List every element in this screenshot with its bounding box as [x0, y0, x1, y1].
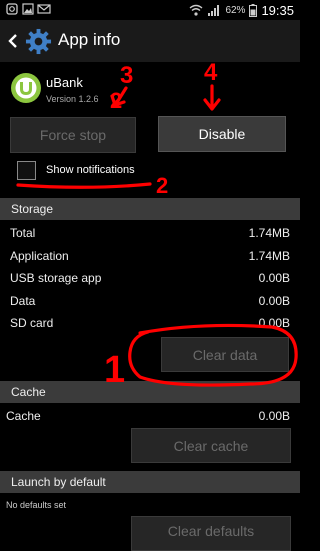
show-notifications-label: Show notifications	[46, 164, 135, 176]
annotation-underline	[16, 182, 152, 189]
row-label: SD card	[10, 316, 54, 330]
app-version: Version 1.2.6	[46, 94, 99, 104]
storage-row: Data 0.00B	[0, 291, 300, 311]
row-value: 0.00B	[258, 316, 290, 330]
email-icon	[37, 4, 51, 14]
gallery-icon	[22, 3, 34, 15]
battery-percent: 62%	[225, 4, 246, 16]
row-value: 0.00B	[258, 271, 290, 285]
annotation-number-2b: 2	[156, 173, 168, 198]
force-stop-button[interactable]: Force stop	[10, 117, 136, 153]
storage-header: Storage	[0, 198, 300, 220]
launch-default-header: Launch by default	[0, 471, 300, 493]
row-label: USB storage app	[10, 271, 102, 285]
signal-icon	[208, 5, 220, 16]
instagram-icon	[6, 3, 18, 15]
show-notifications-checkbox[interactable]	[17, 161, 36, 180]
row-value: 0.00B	[258, 409, 290, 423]
status-bar: 62% 19:35	[0, 0, 300, 20]
row-label: Data	[10, 294, 36, 308]
page-title: App info	[58, 30, 121, 49]
clock: 19:35	[261, 2, 294, 18]
no-defaults-text: No defaults set	[6, 500, 67, 510]
storage-row: Total 1.74MB	[0, 223, 300, 243]
row-label: Cache	[6, 409, 41, 423]
settings-gear-icon	[25, 28, 52, 55]
clear-defaults-button[interactable]: Clear defaults	[131, 516, 291, 551]
row-label: Total	[10, 226, 36, 240]
storage-row: USB storage app 0.00B	[0, 268, 300, 288]
clear-data-button[interactable]: Clear data	[161, 337, 289, 372]
chevron-left-icon[interactable]	[6, 32, 20, 50]
row-label: Application	[10, 249, 69, 263]
row-value: 1.74MB	[248, 226, 290, 240]
row-value: 1.74MB	[248, 249, 290, 263]
app-name: uBank	[46, 75, 83, 90]
battery-icon	[249, 3, 258, 17]
cache-header: Cache	[0, 381, 300, 403]
ubank-icon	[11, 73, 41, 103]
storage-row: Application 1.74MB	[0, 246, 300, 266]
clear-cache-button[interactable]: Clear cache	[131, 428, 291, 463]
disable-button[interactable]: Disable	[158, 116, 286, 152]
wifi-icon	[189, 4, 203, 16]
status-right: 62% 19:35	[189, 2, 294, 18]
action-bar: App info	[0, 20, 300, 62]
storage-row: SD card 0.00B	[0, 313, 300, 333]
row-value: 0.00B	[258, 294, 290, 308]
cache-row: Cache 0.00B	[0, 406, 300, 426]
app-header: uBank Version 1.2.6	[0, 62, 300, 114]
